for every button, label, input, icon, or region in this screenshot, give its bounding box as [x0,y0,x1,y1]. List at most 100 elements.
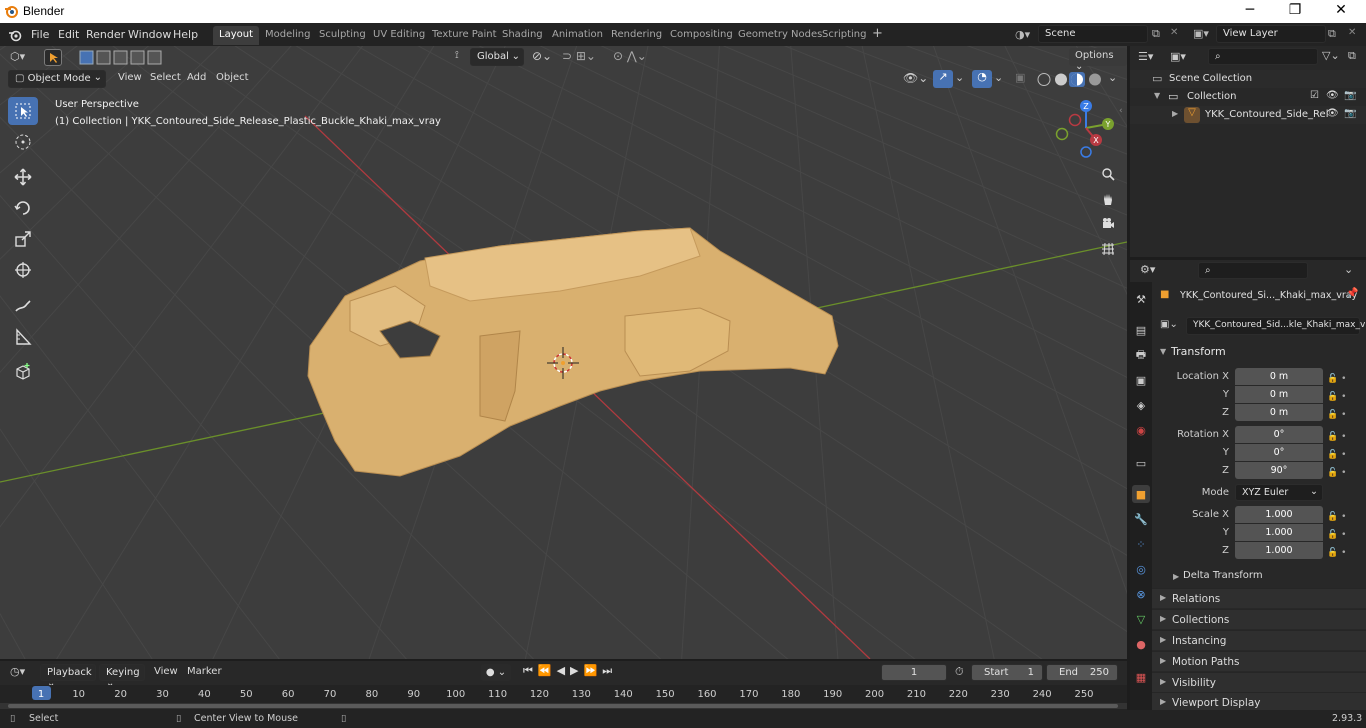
viewport-menu-add[interactable]: Add [187,72,206,83]
scale-z-field[interactable]: 1.000 [1235,542,1323,559]
delete-view-layer-icon[interactable]: ✕ [1348,27,1356,38]
overlays-dropdown-icon[interactable]: ⌄ [994,71,1003,84]
particles-tab-icon[interactable]: ⁘ [1132,535,1150,553]
scale-y-field[interactable]: 1.000 [1235,524,1323,541]
select-tool-icon[interactable] [44,49,62,66]
display-mode-icon[interactable]: ▣▾ [1170,50,1186,63]
zoom-icon[interactable] [1098,164,1118,184]
transform-collapse-icon[interactable]: ▼ [1160,347,1166,356]
selection-mode-icons[interactable] [78,49,162,66]
end-frame-field[interactable]: End 250 [1046,664,1118,681]
object-tab-icon[interactable]: ■ [1132,485,1150,503]
playback-controls[interactable]: ⏮⏪◀▶⏩⏭ [523,664,631,681]
scale-lock-icons[interactable]: 🔓 • 🔓 • 🔓 • [1327,508,1346,562]
current-frame-field[interactable]: 1 [881,664,947,681]
properties-editor-icon[interactable]: ⚙▾ [1140,263,1155,276]
panel-visibility[interactable]: ▶ Visibility [1152,672,1366,692]
tab-rendering[interactable]: Rendering [605,26,668,45]
orientation-icon[interactable]: ⟟ [455,50,459,61]
panel-instancing[interactable]: ▶ Instancing [1152,630,1366,650]
add-workspace-button[interactable]: + [866,26,889,45]
tool-scale[interactable] [8,225,38,253]
menu-render[interactable]: Render [86,28,125,41]
location-x-field[interactable]: 0 m [1235,368,1323,385]
keying-dropdown[interactable]: Keying ⌄ [99,664,145,689]
menu-edit[interactable]: Edit [58,28,79,41]
camera-view-icon[interactable] [1098,214,1118,234]
location-z-field[interactable]: 0 m [1235,404,1323,421]
transform-panel-title[interactable]: Transform [1171,345,1226,358]
panel-relations[interactable]: ▶ Relations [1152,588,1366,608]
rotation-mode-dropdown[interactable]: XYZ Euler ⌄ [1235,484,1323,501]
rotation-y-field[interactable]: 0° [1235,444,1323,461]
delta-transform-subpanel[interactable]: Delta Transform [1183,570,1263,581]
minimize-button[interactable]: ─ [1230,2,1270,20]
viewport-menu-view[interactable]: View [118,72,142,83]
tool-transform[interactable] [8,256,38,284]
tool-cursor[interactable] [8,128,38,156]
view-layer-icon[interactable]: ▣▾ [1193,27,1209,40]
navigation-gizmo[interactable]: Z Y X [1050,98,1120,158]
object-visibility-icon[interactable]: 👁 [1326,108,1339,119]
copy-scene-icon[interactable]: ⧉ [1152,27,1160,41]
preview-range-icon[interactable]: ⏱ [955,665,964,679]
object-render-icon[interactable]: 📷 [1344,108,1356,119]
scene-icon[interactable]: ◑▾ [1015,28,1030,41]
outliner-editor-icon[interactable]: ☰▾ [1138,50,1153,63]
viewport-menu-object[interactable]: Object [216,72,249,83]
scale-x-field[interactable]: 1.000 [1235,506,1323,523]
new-collection-icon[interactable]: ⧉ [1348,49,1356,63]
outliner-row-collection[interactable]: ▼ ▭ Collection ☑ 👁 📷 [1130,88,1366,106]
menu-help[interactable]: Help [173,28,198,41]
tab-uv-editing[interactable]: UV Editing [367,26,431,45]
options-dropdown[interactable]: Options ⌄ [1069,48,1127,72]
xray-toggle-icon[interactable]: ▣ [1015,71,1025,84]
blender-menu-icon[interactable] [8,28,22,42]
panel-collections[interactable]: ▶ Collections [1152,609,1366,629]
transform-orientation-dropdown[interactable]: Global ⌄ [470,48,524,66]
maximize-button[interactable]: ❐ [1275,2,1315,20]
timeline-editor-icon[interactable]: ◷▾ [10,665,25,678]
delete-scene-icon[interactable]: ✕ [1170,27,1178,38]
tab-sculpting[interactable]: Sculpting [313,26,372,45]
properties-search-input[interactable]: ⌕ [1198,262,1308,279]
timeline-ruler[interactable]: 1 10 20 30 40 50 60 70 80 90 100 110 120 130 140 150 160… [0,685,1127,710]
gizmo-dropdown-icon[interactable]: ⌄ [955,71,964,84]
view-layer-tab-icon[interactable]: ▣ [1132,371,1150,389]
shading-dropdown-icon[interactable]: ⌄ [1108,71,1117,84]
data-tab-icon[interactable]: ▽ [1132,610,1150,628]
expand-collection-icon[interactable]: ▼ [1154,91,1160,100]
record-keyframe-button[interactable]: ● ⌄ [481,664,511,681]
timeline-menu-marker[interactable]: Marker [187,666,222,677]
timeline-menu-view[interactable]: View [154,666,178,677]
menu-file[interactable]: File [31,28,49,41]
tool-add-cube[interactable] [8,358,38,386]
copy-view-layer-icon[interactable]: ⧉ [1328,27,1336,41]
pan-hand-icon[interactable] [1098,189,1118,209]
object-name-field[interactable]: YKK_Contoured_Sid...kle_Khaki_max_vray [1186,317,1366,335]
material-tab-icon[interactable]: ● [1132,635,1150,653]
tab-geometry-nodes[interactable]: Geometry Nodes [732,26,828,45]
constraints-tab-icon[interactable]: ⊗ [1132,585,1150,603]
world-tab-icon[interactable]: ◉ [1132,421,1150,439]
menu-window[interactable]: Window [128,28,171,41]
disable-render-icon[interactable]: 📷 [1344,90,1356,101]
sidebar-toggle-icon[interactable]: ‹ [1119,106,1123,116]
exclude-checkbox[interactable]: ☑ [1310,90,1319,101]
tool-select-box[interactable] [8,97,38,125]
editor-type-icon[interactable]: ⬡▾ [10,50,25,63]
timeline-scrollbar[interactable] [0,703,1127,709]
tool-move[interactable] [8,163,38,191]
outliner-row-object[interactable]: ▶ ▽ YKK_Contoured_Side_Rel 👁 📷 [1130,106,1366,124]
rotation-x-field[interactable]: 0° [1235,426,1323,443]
object-browse-icon[interactable]: ▣⌄ [1160,319,1178,330]
location-lock-icons[interactable]: 🔓 • 🔓 • 🔓 • [1327,370,1346,424]
gizmo-toggle-icon[interactable]: ↗ [933,70,953,88]
pivot-point-icon[interactable]: ⊘⌄ [532,49,552,63]
tab-texture-paint[interactable]: Texture Paint [426,26,503,45]
viewport-menu-select[interactable]: Select [150,72,181,83]
rotation-z-field[interactable]: 90° [1235,462,1323,479]
panel-viewport-display[interactable]: ▶ Viewport Display [1152,692,1366,710]
object-mode-dropdown[interactable]: ▢ Object Mode ⌄ [8,70,106,88]
start-frame-field[interactable]: Start 1 [971,664,1043,681]
